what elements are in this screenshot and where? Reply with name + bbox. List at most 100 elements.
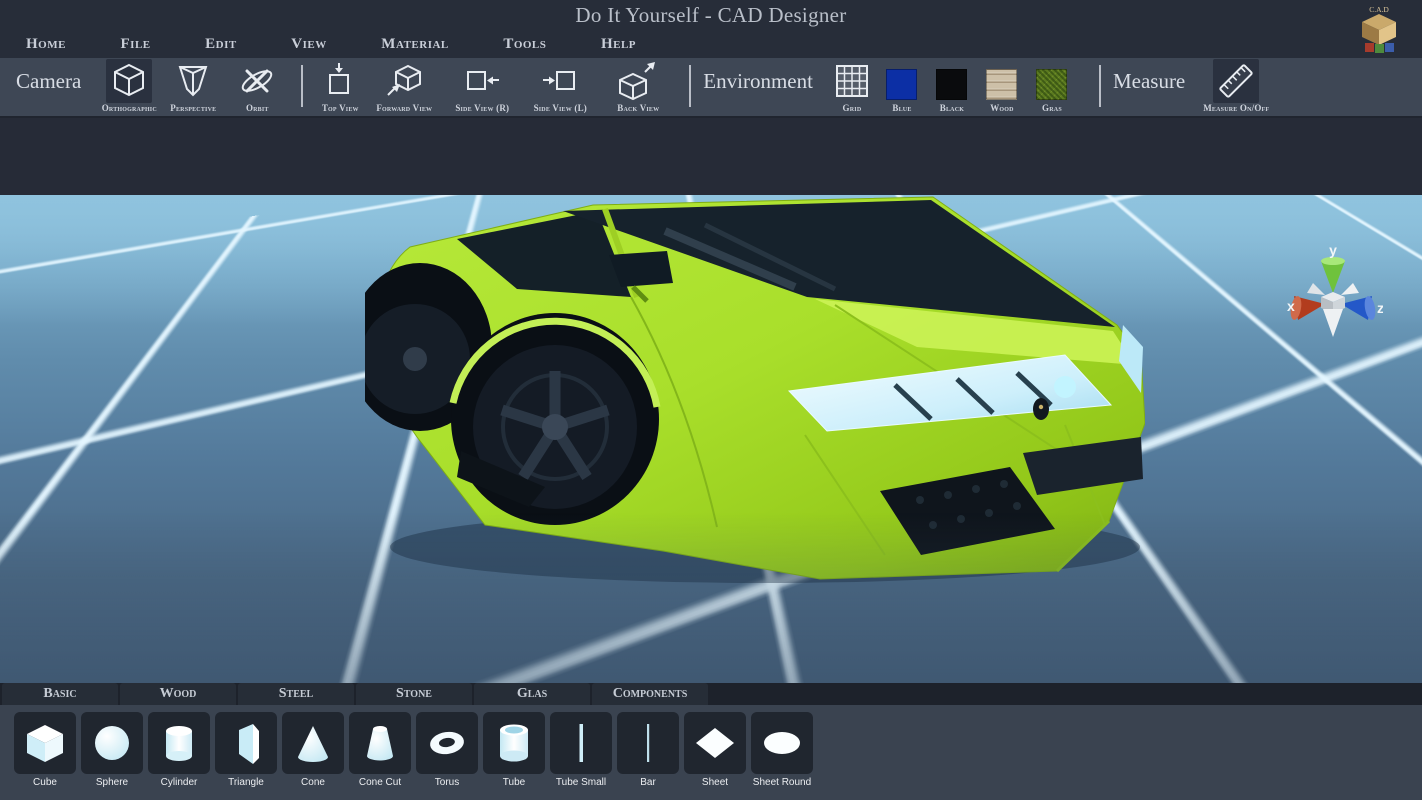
shape-sphere[interactable]: Sphere — [81, 712, 143, 788]
top-view-icon — [317, 59, 363, 103]
shape-cylinder[interactable]: Cylinder — [148, 712, 210, 788]
tool-perspective[interactable]: Perspective — [161, 58, 225, 113]
tube-small-icon — [550, 712, 612, 774]
perspective-frustum-icon — [170, 59, 216, 103]
menu-item-home[interactable]: Home — [26, 36, 66, 53]
car-model[interactable] — [365, 195, 1145, 585]
tube-icon — [483, 712, 545, 774]
tool-label: Gras — [1042, 103, 1062, 113]
cylinder-icon — [148, 712, 210, 774]
shape-label: Cone Cut — [359, 777, 401, 788]
sheet-icon — [684, 712, 746, 774]
shape-label: Tube — [503, 777, 525, 788]
tool-label: Orbit — [246, 103, 269, 113]
cone-icon — [282, 712, 344, 774]
tab-wood[interactable]: Wood — [120, 683, 236, 705]
tool-side-view-l[interactable]: Side View (L) — [521, 58, 599, 113]
tool-side-view-r[interactable]: Side View (R) — [443, 58, 521, 113]
grid-icon — [829, 59, 875, 103]
shape-triangle[interactable]: Triangle — [215, 712, 277, 788]
tool-label: Measure On/Off — [1203, 103, 1269, 113]
camera-group-label: Camera — [16, 69, 81, 94]
orthographic-cube-icon — [106, 59, 152, 103]
menu-item-material[interactable]: Material — [381, 36, 448, 53]
cone-cut-icon — [349, 712, 411, 774]
tool-env-blue[interactable]: Blue — [877, 58, 927, 113]
tool-label: Grid — [843, 103, 862, 113]
side-view-r-icon — [459, 59, 505, 103]
shape-sheet-round[interactable]: Sheet Round — [751, 712, 813, 788]
tool-label: Back View — [617, 103, 659, 113]
toolbar: Camera Orthographic Perspective Orbit — [0, 58, 1422, 118]
tool-env-grid[interactable]: Grid — [827, 58, 877, 113]
menu-item-file[interactable]: File — [121, 36, 151, 53]
menu-item-view[interactable]: View — [291, 36, 326, 53]
tool-label: Wood — [990, 103, 1013, 113]
environment-group-label: Environment — [703, 69, 813, 94]
tool-forward-view[interactable]: Forward View — [365, 58, 443, 113]
orbit-icon — [234, 59, 280, 103]
blue-swatch-icon — [886, 69, 917, 100]
tool-label: Black — [940, 103, 964, 113]
cube-icon — [14, 712, 76, 774]
gras-swatch-icon — [1036, 69, 1067, 100]
tool-env-wood[interactable]: Wood — [977, 58, 1027, 113]
shape-tube-small[interactable]: Tube Small — [550, 712, 612, 788]
shape-label: Cone — [301, 777, 325, 788]
measure-group-label: Measure — [1113, 69, 1185, 94]
ruler-icon — [1213, 59, 1259, 103]
tool-top-view[interactable]: Top View — [315, 58, 365, 113]
tool-label: Top View — [322, 103, 359, 113]
shape-label: Sheet — [702, 777, 728, 788]
shape-sheet[interactable]: Sheet — [684, 712, 746, 788]
toolbar-divider — [1099, 65, 1101, 107]
shape-cone[interactable]: Cone — [282, 712, 344, 788]
sheet-round-icon — [751, 712, 813, 774]
tool-back-view[interactable]: Back View — [599, 58, 677, 113]
axis-x-label: x — [1287, 298, 1295, 314]
tool-env-gras[interactable]: Gras — [1027, 58, 1077, 113]
forward-view-icon — [381, 59, 427, 103]
black-swatch-icon — [936, 69, 967, 100]
shape-label: Torus — [435, 777, 459, 788]
shape-bar[interactable]: Bar — [617, 712, 679, 788]
tab-stone[interactable]: Stone — [356, 683, 472, 705]
axis-y-label: y — [1329, 247, 1337, 258]
menu-item-help[interactable]: Help — [601, 36, 636, 53]
tool-label: Forward View — [376, 103, 432, 113]
shape-label: Cylinder — [161, 777, 198, 788]
material-tab-bar: Basic Wood Steel Stone Glas Components — [0, 683, 1422, 705]
tool-orbit[interactable]: Orbit — [225, 58, 289, 113]
tab-components[interactable]: Components — [592, 683, 708, 705]
tab-glas[interactable]: Glas — [474, 683, 590, 705]
shape-label: Bar — [640, 777, 656, 788]
shape-tube[interactable]: Tube — [483, 712, 545, 788]
tool-label: Orthographic — [102, 103, 157, 113]
tool-env-black[interactable]: Black — [927, 58, 977, 113]
shape-label: Sphere — [96, 777, 128, 788]
viewport-scene[interactable]: y x z — [0, 195, 1422, 683]
axis-z-label: z — [1377, 300, 1383, 316]
menu-item-tools[interactable]: Tools — [503, 36, 546, 53]
tool-label: Blue — [892, 103, 911, 113]
axis-y-cone — [1321, 261, 1345, 293]
tool-measure-toggle[interactable]: Measure On/Off — [1197, 58, 1275, 113]
shape-label: Sheet Round — [753, 777, 811, 788]
triangle-prism-icon — [215, 712, 277, 774]
tab-steel[interactable]: Steel — [238, 683, 354, 705]
viewport-3d[interactable]: y x z — [0, 118, 1422, 683]
shape-cube[interactable]: Cube — [14, 712, 76, 788]
axis-gizmo[interactable]: y x z — [1283, 247, 1383, 357]
shape-label: Cube — [33, 777, 57, 788]
app-title: Do It Yourself - CAD Designer — [0, 3, 1422, 28]
toolbar-divider — [689, 65, 691, 107]
wood-swatch-icon — [986, 69, 1017, 100]
tool-orthographic[interactable]: Orthographic — [97, 58, 161, 113]
shape-palette: Cube Sphere Cylinder Triangle — [0, 705, 1422, 800]
logo-text-glyph: C.A.D — [1369, 5, 1389, 14]
shape-torus[interactable]: Torus — [416, 712, 478, 788]
tab-basic[interactable]: Basic — [2, 683, 118, 705]
menu-item-edit[interactable]: Edit — [205, 36, 237, 53]
title-bar: Do It Yourself - CAD Designer Home File … — [0, 0, 1422, 58]
shape-cone-cut[interactable]: Cone Cut — [349, 712, 411, 788]
